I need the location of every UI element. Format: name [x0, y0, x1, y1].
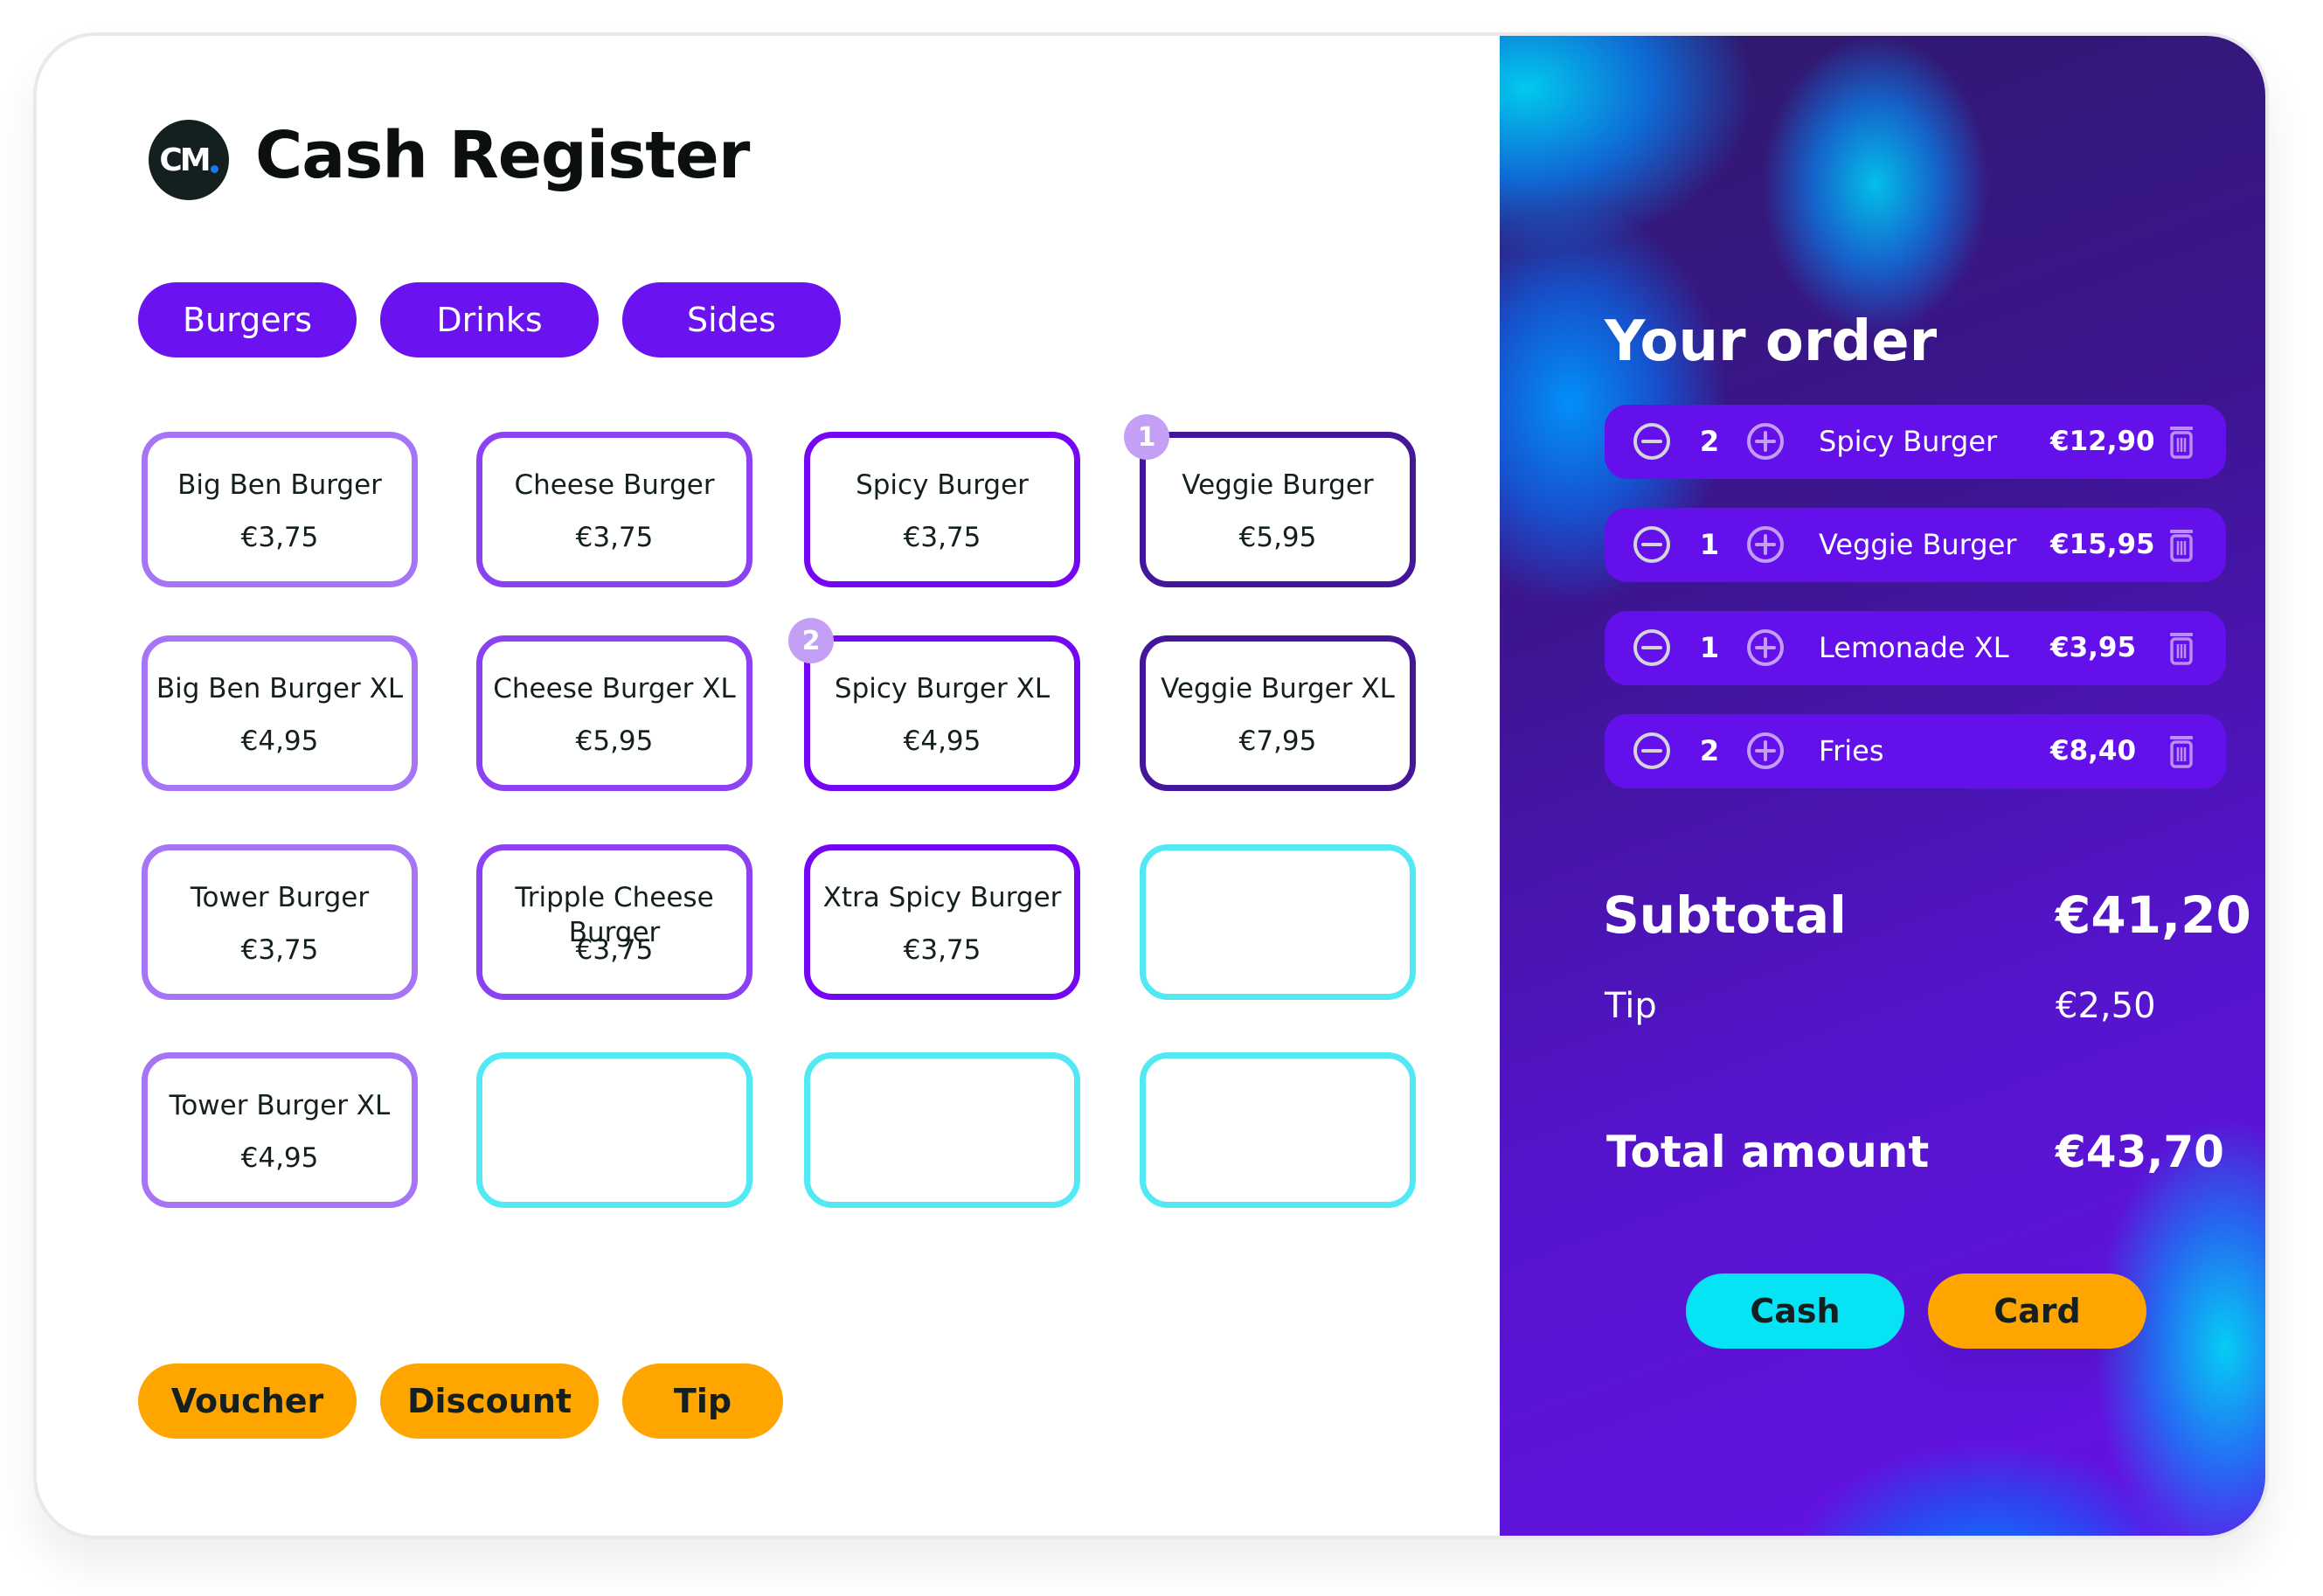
order-item-row: 1 Veggie Burger €15,95 [1605, 508, 2226, 582]
product-price: €5,95 [575, 725, 654, 757]
product-tile[interactable]: Tower Burger XL €4,95 [142, 1052, 418, 1208]
product-name: Big Ben Burger [177, 469, 382, 501]
minus-circle-icon[interactable] [1633, 525, 1671, 564]
product-tile[interactable]: Cheese Burger €3,75 [476, 432, 752, 587]
tip-value: €2,50 [2056, 986, 2156, 1026]
logo-text: CM [159, 142, 211, 178]
plus-circle-icon[interactable] [1746, 732, 1785, 770]
voucher-button[interactable]: Voucher [138, 1364, 357, 1439]
order-item-row: 2 Spicy Burger €12,90 [1605, 405, 2226, 479]
order-item-row: 2 Fries €8,40 [1605, 714, 2226, 788]
order-title: Your order [1605, 309, 1938, 374]
product-price: €5,95 [1238, 522, 1317, 553]
product-price: €3,75 [240, 934, 319, 966]
product-name: Spicy Burger XL [834, 673, 1051, 704]
product-tile[interactable]: Xtra Spicy Burger €3,75 [804, 844, 1080, 1000]
plus-circle-icon[interactable] [1746, 525, 1785, 564]
product-name: Veggie Burger XL [1161, 673, 1395, 704]
order-item-quantity: 2 [1699, 734, 1720, 767]
order-item-name: Fries [1819, 734, 1884, 767]
category-sides-button[interactable]: Sides [622, 282, 841, 357]
product-tile[interactable]: Big Ben Burger €3,75 [142, 432, 418, 587]
trash-icon[interactable] [2168, 632, 2195, 665]
order-item-quantity: 2 [1699, 425, 1720, 458]
quantity-badge: 2 [788, 618, 834, 663]
product-name: Tower Burger [190, 882, 370, 913]
order-item-price: €15,95 [2050, 529, 2155, 560]
subtotal-value: €41,20 [2056, 885, 2251, 945]
order-item-price: €8,40 [2050, 735, 2137, 767]
minus-circle-icon[interactable] [1633, 628, 1671, 667]
trash-icon[interactable] [2168, 735, 2195, 768]
product-tile[interactable]: Big Ben Burger XL €4,95 [142, 635, 418, 791]
order-item-name: Lemonade XL [1819, 631, 2009, 664]
minus-circle-icon[interactable] [1633, 732, 1671, 770]
order-item-quantity: 1 [1699, 528, 1720, 561]
product-price: €3,75 [575, 934, 654, 966]
order-item-row: 1 Lemonade XL €3,95 [1605, 611, 2226, 685]
subtotal-label: Subtotal [1603, 885, 1847, 945]
category-drinks-button[interactable]: Drinks [380, 282, 599, 357]
product-tile[interactable]: Veggie Burger XL €7,95 [1140, 635, 1416, 791]
product-price: €3,75 [240, 522, 319, 553]
product-price: €7,95 [1238, 725, 1317, 757]
product-price: €4,95 [240, 1142, 319, 1174]
product-name: Tower Burger XL [169, 1090, 391, 1121]
product-tile[interactable]: Tower Burger €3,75 [142, 844, 418, 1000]
empty-product-slot[interactable] [1140, 1052, 1416, 1208]
trash-icon[interactable] [2168, 529, 2195, 562]
tip-button[interactable]: Tip [622, 1364, 783, 1439]
product-panel: CM Cash Register Burgers Drinks Sides Bi… [37, 36, 1500, 1536]
product-tile[interactable]: Spicy Burger XL €4,95 [804, 635, 1080, 791]
product-name: Xtra Spicy Burger [822, 882, 1062, 913]
plus-circle-icon[interactable] [1746, 422, 1785, 461]
cm-logo: CM [149, 120, 229, 200]
pay-card-button[interactable]: Card [1928, 1273, 2146, 1349]
plus-circle-icon[interactable] [1746, 628, 1785, 667]
order-item-price: €12,90 [2050, 426, 2155, 457]
tip-label: Tip [1605, 986, 1657, 1026]
product-price: €3,75 [903, 934, 981, 966]
product-name: Cheese Burger [514, 469, 715, 501]
total-value: €43,70 [2056, 1127, 2224, 1177]
discount-button[interactable]: Discount [380, 1364, 599, 1439]
page-title: Cash Register [255, 118, 750, 193]
category-burgers-button[interactable]: Burgers [138, 282, 357, 357]
empty-product-slot[interactable] [476, 1052, 752, 1208]
product-price: €4,95 [240, 725, 319, 757]
order-item-quantity: 1 [1699, 631, 1720, 664]
order-item-price: €3,95 [2050, 632, 2137, 663]
product-price: €3,75 [903, 522, 981, 553]
product-tile[interactable]: Veggie Burger €5,95 [1140, 432, 1416, 587]
product-price: €4,95 [903, 725, 981, 757]
product-tile[interactable]: Cheese Burger XL €5,95 [476, 635, 752, 791]
product-tile[interactable]: Tripple Cheese Burger €3,75 [476, 844, 752, 1000]
product-tile[interactable]: Spicy Burger €3,75 [804, 432, 1080, 587]
logo-dot [210, 164, 218, 173]
product-name: Big Ben Burger XL [156, 673, 404, 704]
product-name: Cheese Burger XL [493, 673, 736, 704]
product-name: Spicy Burger [856, 469, 1029, 501]
order-item-name: Spicy Burger [1819, 425, 1998, 458]
total-label: Total amount [1606, 1127, 1930, 1177]
minus-circle-icon[interactable] [1633, 422, 1671, 461]
product-name: Veggie Burger [1182, 469, 1374, 501]
product-price: €3,75 [575, 522, 654, 553]
quantity-badge: 1 [1124, 414, 1169, 460]
order-item-name: Veggie Burger [1819, 528, 2017, 561]
pay-cash-button[interactable]: Cash [1686, 1273, 1904, 1349]
cash-register-window: CM Cash Register Burgers Drinks Sides Bi… [33, 32, 2269, 1539]
trash-icon[interactable] [2168, 426, 2195, 459]
empty-product-slot[interactable] [804, 1052, 1080, 1208]
order-panel: Your order 2 Spicy Burger €12,90 1 Veggie Bu… [1500, 36, 2265, 1536]
empty-product-slot[interactable] [1140, 844, 1416, 1000]
